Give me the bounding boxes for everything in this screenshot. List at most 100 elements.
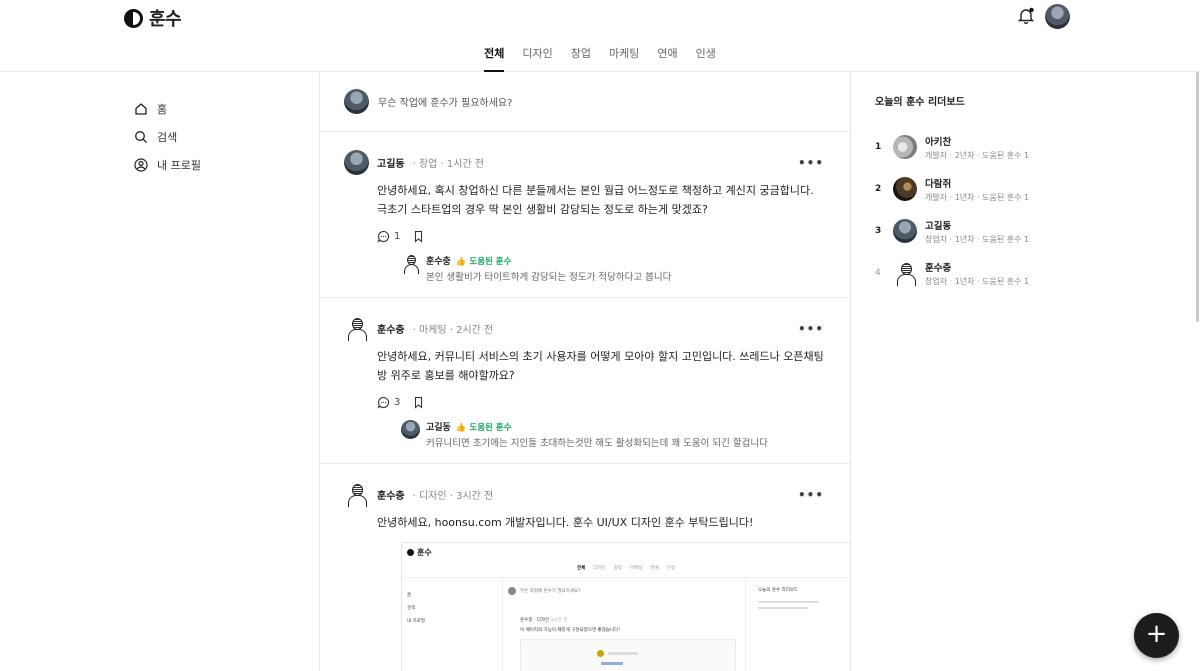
rank-number: 1 [875,142,882,152]
image-nav-item: 홈 [407,593,412,598]
image-logo: 훈수 [407,547,432,558]
image-divider [745,577,746,671]
comment-count: 3 [394,396,401,408]
post-body: 안녕하세요, 혹시 창업하신 다른 분들께서는 본인 월급 어느정도로 책정하고… [377,184,814,216]
avatar[interactable] [344,150,369,175]
image-nav: 홈 검색 내 프로필 [407,589,425,628]
post-card: 고길동 · 창업 · 1시간 전 ••• 안녕하세요, 혹시 창업하신 다른 분… [320,132,850,298]
post-image[interactable]: 훈수 전체 디자인 창업 마케팅 연애 인생 홈 검색 내 프로필 무슨 작업에… [401,542,850,671]
reply-author[interactable]: 고길동 [426,420,451,433]
post-author[interactable]: 훈수충 [377,487,405,502]
post-body: 안녕하세요, 커뮤니티 서비스의 초기 사용자를 어떻게 모아야 할지 고민입니… [377,350,824,382]
image-tab: 마케팅 [630,566,643,571]
avatar [893,219,917,243]
search-icon [135,131,147,143]
leader-name: 고길동 [925,220,952,232]
post-card: 훈수충 · 마케팅 · 2시간 전 ••• 안녕하세요, 커뮤니티 서비스의 초… [320,298,850,464]
tab-life[interactable]: 인생 [687,47,725,72]
comment-icon [377,230,390,243]
bookmark-button[interactable] [412,396,425,409]
post-meta: · 디자인 · 3시간 전 [412,491,494,502]
image-leader-title: 오늘의 훈수 리더보드 [758,588,799,593]
tab-all[interactable]: 전체 [475,47,513,72]
helpful-badge: 👍 도움된 훈수 [455,256,512,267]
image-tab: 창업 [613,566,622,571]
image-post-author: 훈수충 · 디자인 [520,618,550,623]
image-line [758,607,808,609]
compose-placeholder[interactable]: 무슨 작업에 훈수가 필요하세요? [378,94,512,109]
tab-marketing[interactable]: 마케팅 [600,47,648,72]
post-meta: · 마케팅 · 2시간 전 [412,325,494,336]
image-divider [502,577,503,671]
scrollbar[interactable] [1196,72,1199,322]
comment-button[interactable]: 1 [377,230,400,243]
bookmark-button[interactable] [412,230,425,243]
image-compose: 무슨 작업에 훈수가 필요하세요? [508,587,581,595]
leaderboard: 오늘의 훈수 리더보드 1 아키찬 개발자 · 2년차 · 도움된 훈수 1 2… [875,93,1175,294]
post-author[interactable]: 훈수충 [377,321,405,336]
leaderboard-row[interactable]: 4 훈수충 창업자 · 1년차 · 도움된 훈수 1 [875,252,1175,294]
notification-bell-icon[interactable] [1017,7,1035,25]
feed: 무슨 작업에 훈수가 필요하세요? 고길동 · 창업 · 1시간 전 ••• 안… [319,72,851,671]
compose-box[interactable]: 무슨 작업에 훈수가 필요하세요? [320,72,850,132]
user-avatar[interactable] [1045,4,1070,29]
sidebar-item-profile[interactable]: 내 프로필 [134,151,201,179]
tab-design[interactable]: 디자인 [513,47,561,72]
new-post-button[interactable]: + [1134,613,1179,658]
leaderboard-row[interactable]: 3 고길동 창업자 · 1년차 · 도움된 훈수 1 [875,210,1175,252]
leaderboard-row[interactable]: 1 아키찬 개발자 · 2년차 · 도움된 훈수 1 [875,126,1175,168]
avatar[interactable] [344,482,369,507]
avatar[interactable] [344,316,369,341]
bookmark-icon [415,230,423,243]
image-compose-text: 무슨 작업에 훈수가 필요하세요? [520,589,581,594]
leader-meta: 창업자 · 1년차 · 도움된 훈수 1 [925,276,1030,286]
app-title: 훈수 [149,9,182,30]
leaderboard-title: 오늘의 훈수 리더보드 [875,97,965,108]
comment-button[interactable]: 3 [377,396,400,409]
sidebar-item-label: 내 프로필 [157,159,201,172]
logo-mark-icon [407,549,414,556]
image-line [608,652,638,655]
leader-name: 훈수충 [925,262,952,274]
tab-dating[interactable]: 연애 [648,47,686,72]
more-options-icon[interactable]: ••• [798,488,824,502]
reply-author[interactable]: 훈수충 [426,254,451,267]
avatar [401,254,420,274]
leader-name: 아키찬 [925,136,952,148]
bookmark-icon [415,396,423,409]
avatar [893,261,917,286]
image-nav-item: 내 프로필 [407,619,425,624]
category-tabs: 전체 디자인 창업 마케팅 연애 인생 [0,47,1200,72]
tab-startup[interactable]: 창업 [562,47,600,72]
rank-number: 3 [875,226,882,236]
image-tab: 연애 [650,566,659,571]
home-icon [135,103,147,115]
image-line [601,662,623,665]
reply-body: 본인 생활비가 타이트하게 감당되는 정도가 적당하다고 봅니다 [426,272,672,283]
sidebar-item-search[interactable]: 검색 [134,123,201,151]
leaderboard-row[interactable]: 2 다람쥐 개발자 · 1년차 · 도움된 훈수 1 [875,168,1175,210]
image-nav-item: 검색 [407,606,416,611]
image-post-body: 이 페이지의 기능이 재밌게 구현되었으면 좋겠습니다! [520,628,621,633]
post-card: 훈수충 · 디자인 · 3시간 전 ••• 안녕하세요, hoonsu.com … [320,464,850,671]
more-options-icon[interactable]: ••• [798,156,824,170]
comment-icon [377,396,390,409]
leader-name: 다람쥐 [925,178,952,190]
image-leaderboard: 오늘의 훈수 리더보드 [758,587,798,594]
image-post-time: 1시간 전 [550,618,568,623]
image-divider [402,577,850,578]
sidebar-item-home[interactable]: 홈 [134,95,201,123]
rank-number: 4 [875,268,881,278]
rank-number: 2 [875,184,882,194]
sidebar-item-label: 홈 [157,103,168,116]
avatar [344,89,369,114]
sidebar-nav: 홈 검색 내 프로필 [134,95,201,179]
app-logo[interactable]: 훈수 [124,5,182,31]
comment-count: 1 [394,230,401,242]
avatar [893,177,917,201]
reply-body: 커뮤니티면 초기에는 지인들 초대하는것만 해도 활성화되는데 꽤 도움이 되긴… [426,438,768,449]
post-author[interactable]: 고길동 [377,155,405,170]
more-options-icon[interactable]: ••• [798,322,824,336]
leader-meta: 개발자 · 2년차 · 도움된 훈수 1 [925,150,1030,160]
image-logo-text: 훈수 [417,548,432,557]
